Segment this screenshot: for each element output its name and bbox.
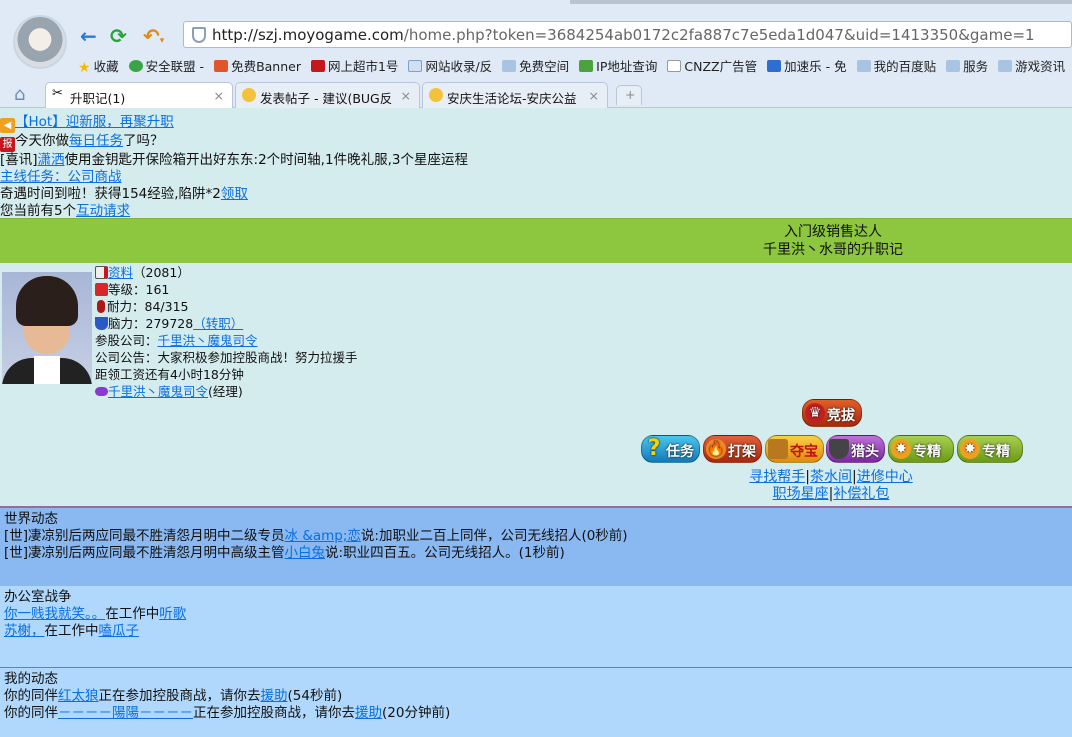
stamina-icon <box>97 300 105 313</box>
assist-link[interactable]: 援助 <box>355 705 382 721</box>
close-icon[interactable]: × <box>214 88 224 103</box>
bookmark[interactable]: 网上超市1号 <box>310 56 398 75</box>
specialize-button[interactable]: ✸ 专精 <box>888 435 954 463</box>
activity-link[interactable]: 听歌 <box>159 606 186 622</box>
headhunt-button[interactable]: 猎头 <box>826 435 885 463</box>
home-icon[interactable]: ⌂ <box>14 84 25 105</box>
page-title: 千里洪丶水哥的升职记 <box>763 242 903 258</box>
claim-link[interactable]: 领取 <box>221 186 248 202</box>
list-item: 你的同伴－－－－陽陽－－－－正在参加控股商战，请你去援助(20分钟前) <box>4 705 451 721</box>
fight-button[interactable]: 🔥 打架 <box>703 435 762 463</box>
book-icon <box>95 266 108 279</box>
bookmark[interactable]: 免费空间 <box>502 56 569 75</box>
address-bar[interactable]: http://szj.moyogame.com/home.php?token=3… <box>183 21 1072 48</box>
bookmark[interactable]: CNZZ广告管 <box>667 56 757 75</box>
requests-link[interactable]: 互动请求 <box>76 203 130 219</box>
task-button[interactable]: ? 任务 <box>641 435 700 463</box>
quick-links: 寻找帮手|茶水间|进修中心 职场星座|补偿礼包 <box>749 469 913 502</box>
salary-countdown: 距领工资还有4小时18分钟 <box>95 367 244 382</box>
user-avatar[interactable] <box>13 15 67 69</box>
user-link[interactable]: 小白兔 <box>285 545 326 561</box>
find-helper-link[interactable]: 寻找帮手 <box>749 469 805 485</box>
title-band: 入门级销售达人 千里洪丶水哥的升职记 <box>0 218 1072 263</box>
star-burst-icon: ✸ <box>891 439 911 459</box>
magnet-icon <box>95 317 108 330</box>
star-burst-icon: ✸ <box>960 439 980 459</box>
company-link[interactable]: 千里洪丶魔鬼司令 <box>158 333 258 348</box>
company-notice: 公司公告：大家积极参加控股商战！努力拉援手 <box>95 350 358 365</box>
chest-icon <box>768 439 788 459</box>
bookmark[interactable]: 游戏资讯 <box>998 56 1065 75</box>
user-link[interactable]: 你一贱我就笑。。 <box>4 606 105 622</box>
tab-post[interactable]: 发表帖子 - 建议(BUG反 × <box>235 82 420 108</box>
bookmark[interactable]: 我的百度贴 <box>856 56 936 75</box>
tea-room-link[interactable]: 茶水间 <box>810 469 852 485</box>
bookmark[interactable]: 安全联盟 - <box>128 56 204 75</box>
back-icon[interactable]: ← <box>80 24 97 48</box>
speaker-icon: ◀ <box>0 118 15 133</box>
fire-icon: 🔥 <box>706 439 726 459</box>
new-tab-button[interactable]: + <box>616 85 642 105</box>
training-center-link[interactable]: 进修中心 <box>857 469 913 485</box>
mainline-task-link[interactable]: 主线任务：公司商战 <box>0 169 122 185</box>
daily-task-link[interactable]: 每日任务 <box>69 133 123 149</box>
office-war-section: 办公室战争 你一贱我就笑。。在工作中听歌 苏榭，在工作中嗑瓜子 <box>0 586 1072 667</box>
section-title: 我的动态 <box>4 671 58 687</box>
assist-link[interactable]: 援助 <box>261 688 288 704</box>
activity-link[interactable]: 嗑瓜子 <box>99 623 140 639</box>
window-shade <box>570 0 970 4</box>
close-icon[interactable]: × <box>401 88 411 103</box>
question-icon: ? <box>647 436 661 461</box>
refresh-icon[interactable]: ⟳ <box>110 24 127 48</box>
hot-link[interactable]: 迎新服，再聚升职 <box>66 114 174 130</box>
browser-chrome: ← ⟳ ↶▾ http://szj.moyogame.com/home.php?… <box>0 0 1072 108</box>
character-portrait <box>2 272 92 384</box>
specialize-button[interactable]: ✸ 专精 <box>957 435 1023 463</box>
hot-link[interactable]: 【Hot】 <box>15 114 66 130</box>
bookmark[interactable]: 免费Banner <box>214 56 301 75</box>
user-link[interactable]: 潇洒 <box>38 152 65 168</box>
user-link[interactable]: 冰 &amp;恋 <box>285 528 361 544</box>
manager-link[interactable]: 千里洪丶魔鬼司令 <box>108 384 208 399</box>
shield-icon <box>192 27 206 43</box>
list-item: 苏榭，在工作中嗑瓜子 <box>4 623 140 639</box>
bookmarks-bar: ★ 收藏 安全联盟 - 免费Banner 网上超市1号 网站收录/反 免费空间 I… <box>78 56 1065 76</box>
career-horoscope-link[interactable]: 职场星座 <box>773 486 829 502</box>
list-item: 你的同伴红太狼正在参加控股商战，请你去援助(54秒前) <box>4 688 343 704</box>
bookmark[interactable]: 服务 <box>946 56 988 75</box>
list-item: 你一贱我就笑。。在工作中听歌 <box>4 606 187 622</box>
transfer-link[interactable]: （转职） <box>193 316 243 331</box>
user-link[interactable]: 红太狼 <box>58 688 99 704</box>
section-title: 办公室战争 <box>4 589 72 605</box>
section-title: 世界动态 <box>4 511 58 527</box>
notices: ◀ 【Hot】迎新服，再聚升职 报今天你做每日任务了吗？ [喜讯]潇洒使用金钥匙开… <box>0 114 468 219</box>
user-link[interactable]: －－－－陽陽－－－－ <box>58 705 193 721</box>
crown-icon: ♛ <box>805 403 825 423</box>
window-shade <box>955 0 1072 4</box>
bookmark[interactable]: 加速乐 - 免 <box>767 56 847 75</box>
close-icon[interactable]: × <box>589 88 599 103</box>
profile-info: 资料（2081） 等级：161 耐力：84/315 脑力：279728（转职） … <box>95 265 358 399</box>
list-item: [世]凄凉别后两应同最不胜清怨月明中高级主管小白兔说:职业四百五。公司无线招人。… <box>4 545 565 561</box>
compete-button[interactable]: ♛ 竞拔 <box>802 399 862 427</box>
undo-icon[interactable]: ↶▾ <box>143 24 164 48</box>
world-news-section: 世界动态 [世]凄凉别后两应同最不胜清怨月明中二级专员冰 &amp;恋说:加职业… <box>0 506 1072 586</box>
treasure-button[interactable]: 夺宝 <box>765 435 824 463</box>
shield-icon <box>829 439 849 459</box>
profile-link[interactable]: 资料 <box>108 265 133 280</box>
bookmark[interactable]: ★ 收藏 <box>78 56 119 76</box>
report-icon: 报 <box>0 137 15 152</box>
chair-icon <box>95 283 108 296</box>
my-news-section: 我的动态 你的同伴红太狼正在参加控股商战，请你去援助(54秒前) 你的同伴－－－… <box>0 667 1072 737</box>
bookmark[interactable]: IP地址查询 <box>579 56 657 75</box>
user-link[interactable]: 苏榭， <box>4 623 45 639</box>
tab-shengzhiji[interactable]: ✂ 升职记(1) × <box>45 82 233 108</box>
list-item: [世]凄凉别后两应同最不胜清怨月明中二级专员冰 &amp;恋说:加职业二百上同伴… <box>4 528 628 544</box>
bookmark[interactable]: 网站收录/反 <box>408 56 492 75</box>
tab-forum[interactable]: 安庆生活论坛-安庆公益 × <box>422 82 608 108</box>
chat-icon <box>95 387 108 396</box>
tab-strip: ⌂ ✂ 升职记(1) × 发表帖子 - 建议(BUG反 × 安庆生活论坛-安庆公益 × … <box>0 80 1072 108</box>
compensation-gift-link[interactable]: 补偿礼包 <box>833 486 889 502</box>
rank-title: 入门级销售达人 <box>784 224 882 240</box>
